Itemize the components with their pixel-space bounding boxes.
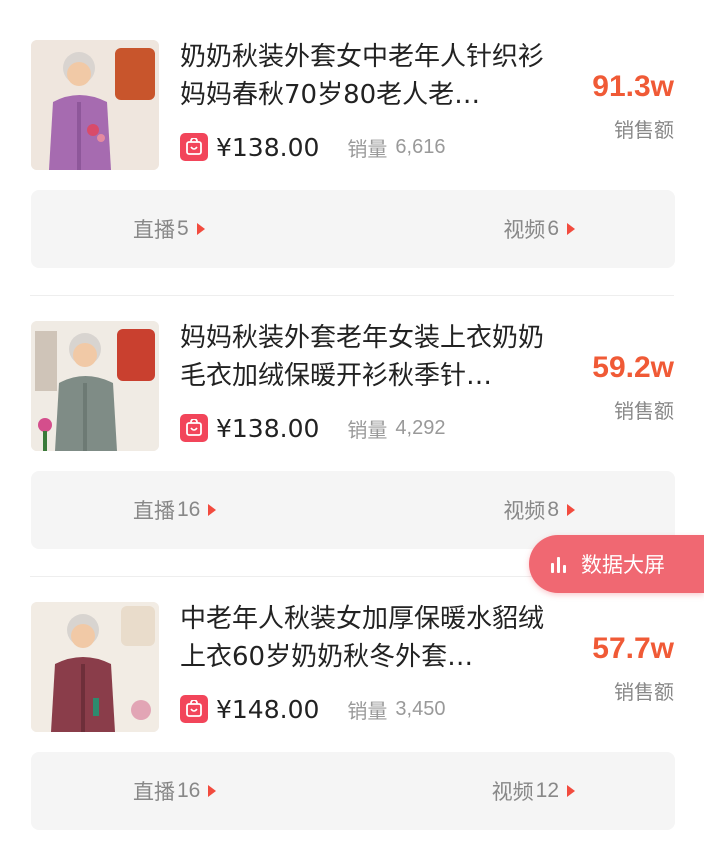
arrow-right-icon — [208, 785, 217, 797]
revenue-value: 57.7w — [592, 632, 674, 665]
live-count: 16 — [177, 498, 201, 521]
revenue-value: 91.3w — [592, 70, 674, 103]
sales-label: 销量 — [347, 136, 388, 161]
revenue-label: 销售额 — [614, 680, 674, 704]
product-photo — [31, 321, 159, 451]
stats-bar: 直播 5 视频 6 — [31, 190, 675, 268]
sales-label: 销量 — [347, 417, 388, 442]
product-price: ¥148.00 — [216, 694, 320, 724]
sales-value: 4,292 — [395, 416, 446, 439]
product-card[interactable]: 中老年人秋装女加厚保暖水貂绒上衣60岁奶奶秋冬外套… ¥148.00 销量 3,… — [0, 562, 704, 842]
product-image[interactable] — [31, 602, 159, 732]
arrow-right-icon — [196, 223, 205, 235]
live-label: 直播 — [133, 499, 175, 523]
stats-bar: 直播 16 视频 12 — [31, 752, 675, 830]
revenue-label: 销售额 — [614, 118, 674, 142]
sales-value: 3,450 — [395, 697, 446, 720]
shopping-bag-icon — [180, 695, 208, 723]
video-stat-link[interactable]: 视频 12 — [492, 752, 575, 830]
bar-chart-icon — [551, 555, 569, 573]
arrow-right-icon — [567, 785, 575, 797]
revenue-value: 59.2w — [592, 351, 674, 384]
live-count: 16 — [177, 779, 201, 802]
product-title[interactable]: 中老年人秋装女加厚保暖水貂绒上衣60岁奶奶秋冬外套… — [180, 600, 560, 676]
video-count: 12 — [535, 779, 559, 802]
arrow-right-icon — [567, 223, 575, 235]
arrow-right-icon — [567, 504, 575, 516]
live-label: 直播 — [133, 218, 175, 242]
data-big-screen-button[interactable]: 数据大屏 — [529, 535, 704, 593]
product-title[interactable]: 妈妈秋装外套老年女装上衣奶奶毛衣加绒保暖开衫秋季针… — [180, 319, 560, 395]
product-card[interactable]: 奶奶秋装外套女中老年人针织衫妈妈春秋70岁80老人老… ¥138.00 销量 6… — [0, 0, 704, 280]
product-price: ¥138.00 — [216, 132, 320, 162]
product-image[interactable] — [31, 40, 159, 170]
product-photo — [31, 40, 159, 170]
video-label: 视频 — [491, 780, 534, 804]
revenue-label: 销售额 — [614, 399, 674, 423]
video-stat-link[interactable]: 视频 6 — [503, 190, 575, 268]
product-image[interactable] — [31, 321, 159, 451]
data-big-screen-label: 数据大屏 — [581, 553, 665, 577]
live-count: 5 — [177, 217, 189, 240]
video-label: 视频 — [503, 218, 546, 242]
sales-value: 6,616 — [395, 135, 446, 158]
video-label: 视频 — [503, 499, 546, 523]
live-label: 直播 — [133, 780, 175, 804]
live-stat-link[interactable]: 直播 5 — [133, 190, 205, 268]
video-count: 6 — [547, 217, 559, 240]
product-photo — [31, 602, 159, 732]
shopping-bag-icon — [180, 414, 208, 442]
product-price: ¥138.00 — [216, 413, 320, 443]
arrow-right-icon — [208, 504, 217, 516]
sales-label: 销量 — [347, 698, 388, 723]
price-row: ¥138.00 销量 6,616 — [180, 130, 445, 164]
live-stat-link[interactable]: 直播 16 — [133, 471, 217, 549]
live-stat-link[interactable]: 直播 16 — [133, 752, 217, 830]
video-count: 8 — [547, 498, 559, 521]
product-card[interactable]: 妈妈秋装外套老年女装上衣奶奶毛衣加绒保暖开衫秋季针… ¥138.00 销量 4,… — [0, 281, 704, 561]
price-row: ¥148.00 销量 3,450 — [180, 692, 445, 726]
shopping-bag-icon — [180, 133, 208, 161]
product-title[interactable]: 奶奶秋装外套女中老年人针织衫妈妈春秋70岁80老人老… — [180, 38, 560, 114]
price-row: ¥138.00 销量 4,292 — [180, 411, 445, 445]
